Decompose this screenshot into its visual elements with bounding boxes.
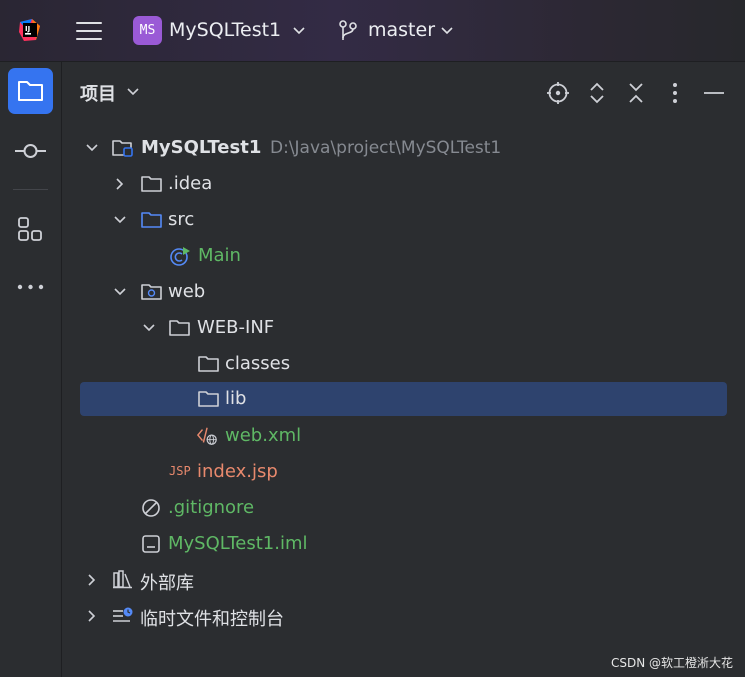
collapse-all-icon[interactable] [628,81,644,105]
tree-node-external-libraries[interactable]: 外部库 [80,563,727,597]
chevron-down-icon[interactable] [143,322,155,334]
tree-label-webxml: web.xml [225,425,302,446]
tree-node-web[interactable]: web [80,275,727,309]
web-folder-icon [141,284,162,300]
source-folder-icon [141,212,162,228]
locate-file-icon[interactable] [546,81,570,105]
tool-separator [13,189,48,190]
options-menu-icon[interactable] [671,82,679,104]
tree-label-main: Main [198,245,241,266]
library-icon [113,570,132,589]
tree-node-iml[interactable]: MySQLTest1.iml [80,527,727,561]
title-bar: IJ MS MySQLTest1 master [0,0,745,62]
tree-node-gitignore[interactable]: .gitignore [80,491,727,525]
ignore-file-icon [142,499,160,517]
tree-label-src: src [168,209,195,230]
tree-label-classes: classes [225,353,291,374]
tree-node-classes[interactable]: classes [80,347,727,381]
chevron-right-icon[interactable] [114,178,126,190]
branch-selector[interactable]: master [368,19,435,41]
tree-label-external-libraries: 外部库 [140,573,194,594]
tree-node-src[interactable]: src [80,203,727,237]
tree-label-gitignore: .gitignore [168,497,255,518]
chevron-down-icon[interactable] [114,214,126,226]
tree-node-scratches[interactable]: 临时文件和控制台 [80,599,727,633]
project-badge[interactable]: MS [133,16,162,45]
chevron-down-icon[interactable] [441,27,453,35]
tree-label-root: MySQLTest1 [141,137,262,158]
java-class-icon [170,247,190,266]
chevron-down-icon[interactable] [293,27,305,35]
chevron-down-icon[interactable] [114,286,126,298]
hide-panel-icon[interactable] [703,91,725,95]
tree-label-scratches: 临时文件和控制台 [140,609,284,630]
intellij-logo-icon[interactable]: IJ [18,18,42,42]
tree-node-lib[interactable]: lib [80,382,727,416]
folder-icon [141,176,162,192]
commit-icon[interactable] [14,140,47,162]
scratches-icon [113,607,133,622]
jsp-file-icon: JSP [169,464,191,478]
tree-label-lib: lib [225,388,247,409]
chevron-down-icon[interactable] [86,142,98,154]
tree-label-webinf: WEB-INF [197,317,275,338]
tree-node-main[interactable]: Main [80,239,727,273]
module-file-icon [142,535,160,553]
project-selector[interactable]: MySQLTest1 [169,19,281,41]
module-folder-icon [112,140,133,157]
project-view-selector[interactable]: 项目 [80,80,116,106]
tree-label-iml: MySQLTest1.iml [168,533,308,554]
svg-text:IJ: IJ [25,25,30,33]
git-branch-icon[interactable] [338,19,358,43]
folder-icon [198,356,219,372]
more-tools-icon[interactable] [16,282,45,292]
watermark-text: CSDN @软工橙淅大花 [610,656,733,670]
chevron-right-icon[interactable] [86,610,98,622]
chevron-right-icon[interactable] [86,574,98,586]
main-menu-button[interactable] [76,20,102,42]
project-tool-button[interactable] [8,68,53,114]
tree-path-root: D:\Java\project\MySQLTest1 [270,138,502,158]
folder-icon [198,391,219,407]
tree-node-idea[interactable]: .idea [80,167,727,201]
expand-all-icon[interactable] [589,81,605,105]
tree-label-idea: .idea [168,173,213,194]
tree-label-web: web [168,281,206,302]
tree-node-webxml[interactable]: web.xml [80,419,727,453]
structure-icon[interactable] [18,217,43,242]
tree-node-webinf[interactable]: WEB-INF [80,311,727,345]
chevron-down-icon[interactable] [127,88,139,96]
tree-node-indexjsp[interactable]: JSP index.jsp [80,455,727,489]
folder-icon [169,320,190,336]
xml-file-icon [197,427,217,445]
tree-label-indexjsp: index.jsp [197,461,278,482]
folder-icon [18,81,43,101]
tree-node-root[interactable]: MySQLTest1 D:\Java\project\MySQLTest1 [80,131,727,165]
